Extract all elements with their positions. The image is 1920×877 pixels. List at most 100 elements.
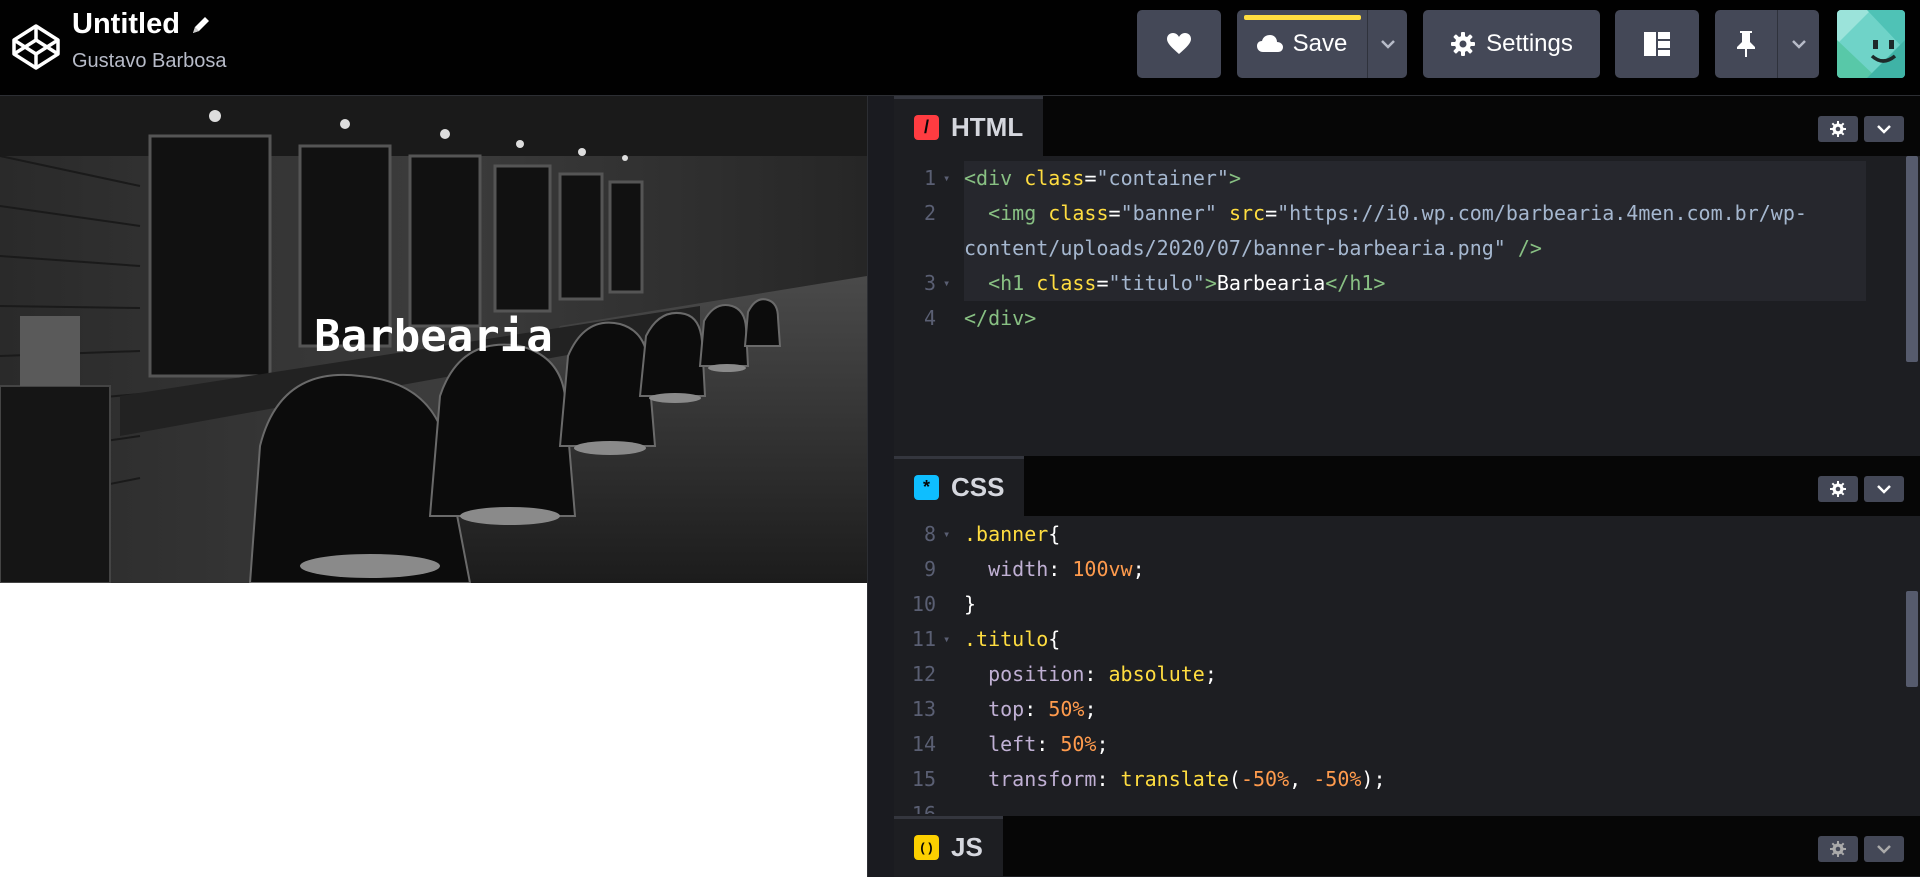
chevron-down-icon [1877, 845, 1891, 854]
code-text: position: absolute; [964, 662, 1217, 686]
code-text: top: 50%; [964, 697, 1097, 721]
pin-button[interactable] [1715, 10, 1777, 78]
pen-title[interactable]: Untitled [72, 8, 212, 41]
html-scrollbar[interactable] [1906, 156, 1918, 362]
line-number: 11 [911, 627, 936, 651]
code-text: .banner{ [964, 522, 1061, 546]
code-text: } [964, 592, 977, 616]
save-accent-bar [1244, 15, 1361, 20]
codepen-logo-icon[interactable] [12, 18, 60, 76]
css-collapse-button[interactable] [1864, 476, 1904, 502]
pin-icon [1737, 31, 1755, 57]
fold-arrow-icon[interactable]: ▾ [943, 266, 950, 301]
save-options-button[interactable] [1367, 10, 1407, 78]
code-line[interactable]: 16 [894, 797, 1920, 814]
code-text: transform: translate(-50%, -50%); [964, 767, 1386, 791]
html-pane-header[interactable]: / HTML [894, 96, 1920, 156]
tab-css-label: CSS [951, 472, 1005, 502]
settings-button[interactable]: Settings [1423, 10, 1600, 78]
pin-options-button[interactable] [1777, 10, 1819, 78]
css-badge-icon: * [914, 475, 939, 500]
css-code-lines: 8 ▾ .banner{9 width: 100vw; 10} 11 ▾ .titulo{1… [894, 517, 1920, 814]
preview-resizer[interactable] [867, 96, 894, 877]
html-code-lines: 1 ▾ <div class="container"> 2 <img class="b… [894, 161, 1920, 336]
code-line[interactable]: 12 position: absolute; [894, 657, 1920, 692]
fold-arrow-icon[interactable]: ▾ [943, 517, 950, 552]
line-number: 3 [923, 271, 936, 295]
pencil-icon[interactable] [190, 14, 212, 36]
code-line[interactable]: 10} [894, 587, 1920, 622]
code-text: left: 50%; [964, 732, 1109, 756]
line-number: 12 [911, 662, 936, 686]
js-settings-button[interactable] [1818, 836, 1858, 862]
line-number: 16 [911, 802, 936, 814]
line-number: 10 [911, 592, 936, 616]
code-text: <h1 class="titulo">Barbearia</h1> [964, 271, 1386, 295]
css-scrollbar[interactable] [1906, 591, 1918, 687]
code-text: <img class="banner" src="https://i0.wp.c… [964, 201, 1807, 225]
love-button[interactable] [1137, 10, 1221, 78]
html-settings-button[interactable] [1818, 116, 1858, 142]
save-button[interactable]: Save [1237, 10, 1367, 78]
fold-arrow-icon[interactable]: ▾ [943, 161, 950, 196]
tab-html[interactable]: / HTML [894, 96, 1044, 156]
css-settings-button[interactable] [1818, 476, 1858, 502]
code-line[interactable]: 9 width: 100vw; [894, 552, 1920, 587]
line-number: 13 [911, 697, 936, 721]
chevron-down-icon [1877, 125, 1891, 134]
css-pane-header[interactable]: * CSS [894, 456, 1920, 516]
code-line[interactable]: 8 ▾ .banner{ [894, 517, 1920, 552]
code-line[interactable]: 14 left: 50%; [894, 727, 1920, 762]
code-line[interactable]: 4 </div> [894, 301, 1920, 336]
code-line[interactable]: 11 ▾ .titulo{ [894, 622, 1920, 657]
code-line[interactable]: 1 ▾ <div class="container"> [894, 161, 1920, 196]
change-view-button[interactable] [1615, 10, 1699, 78]
code-line[interactable]: 15 transform: translate(-50%, -50%); [894, 762, 1920, 797]
html-code-area[interactable]: 1 ▾ <div class="container"> 2 <img class="b… [894, 156, 1920, 454]
tab-js[interactable]: ( ) JS [894, 816, 1003, 876]
fold-arrow-icon[interactable]: ▾ [943, 622, 950, 657]
js-pane-header[interactable]: ( ) JS [894, 816, 1920, 876]
code-text: <div class="container"> [964, 166, 1241, 190]
gear-icon [1830, 121, 1846, 137]
html-badge-icon: / [914, 115, 939, 140]
user-avatar[interactable] [1837, 10, 1905, 78]
line-number: 15 [911, 767, 936, 791]
gear-icon [1830, 481, 1846, 497]
line-number: 8 [923, 522, 936, 546]
line-number: 4 [923, 306, 936, 330]
tab-js-label: JS [951, 832, 983, 862]
layout-icon [1644, 32, 1670, 56]
save-label: Save [1292, 30, 1348, 57]
gear-icon [1830, 841, 1846, 857]
codepen-editor: Untitled Gustavo Barbosa Save Settings B… [0, 0, 1920, 877]
html-collapse-button[interactable] [1864, 116, 1904, 142]
css-code-area[interactable]: 8 ▾ .banner{9 width: 100vw; 10} 11 ▾ .titulo{1… [894, 516, 1920, 814]
code-line[interactable]: content/uploads/2020/07/banner-barbearia… [894, 231, 1920, 266]
code-text: </div> [964, 306, 1037, 330]
code-line[interactable]: 2 <img class="banner" src="https://i0.wp… [894, 196, 1920, 231]
pen-title-text[interactable]: Untitled [72, 8, 180, 41]
tab-html-label: HTML [951, 112, 1024, 142]
result-preview[interactable]: Barbearia [0, 96, 867, 877]
code-text: width: 100vw; [964, 557, 1145, 581]
top-bar: Untitled Gustavo Barbosa Save Settings [0, 0, 1920, 96]
js-badge-icon: ( ) [914, 835, 939, 860]
chevron-down-icon [1380, 40, 1395, 49]
line-number: 2 [923, 201, 936, 225]
line-number: 14 [911, 732, 936, 756]
code-line[interactable]: 13 top: 50%; [894, 692, 1920, 727]
js-collapse-button[interactable] [1864, 836, 1904, 862]
code-line[interactable]: 3 ▾ <h1 class="titulo">Barbearia</h1> [894, 266, 1920, 301]
banner-title: Barbearia [314, 311, 553, 362]
code-text: .titulo{ [964, 627, 1061, 651]
owner-name[interactable]: Gustavo Barbosa [72, 50, 227, 73]
heart-icon [1167, 33, 1191, 54]
editor-panes: / HTML 1 ▾ <div class="container"> 2 <img c… [894, 96, 1920, 877]
line-number: 9 [923, 557, 936, 581]
gear-icon [1451, 32, 1476, 56]
chevron-down-icon [1791, 40, 1806, 49]
cloud-icon [1256, 35, 1283, 52]
banner-image: Barbearia [0, 96, 867, 583]
tab-css[interactable]: * CSS [894, 456, 1025, 516]
